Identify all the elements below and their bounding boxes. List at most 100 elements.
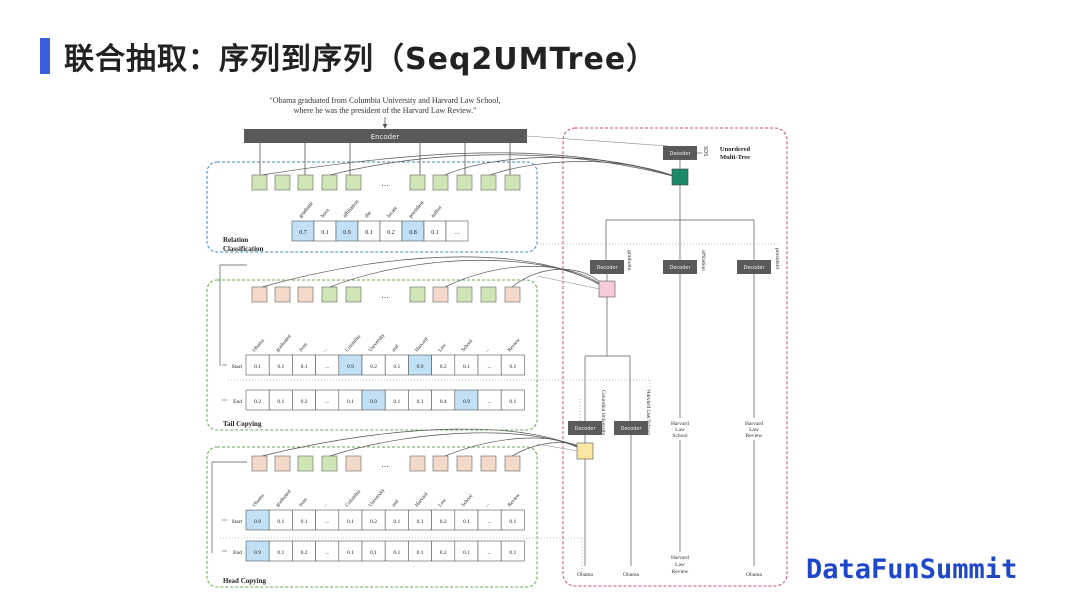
copy-row-label: Start [232, 364, 243, 370]
copy-value: ... [325, 364, 330, 370]
copy-value: 0.2 [440, 550, 447, 556]
relation-title-line1: Relation [223, 236, 248, 244]
leaf-obama-3: Obama [746, 572, 762, 578]
relation-value: 0.7 [299, 230, 307, 236]
copy-value: ... [488, 399, 493, 405]
relation-value: 0.2 [387, 230, 395, 236]
tree-title-line1: Unordered [720, 146, 751, 153]
copy-value: 0.9 [417, 364, 424, 370]
copy-value: 0.1 [509, 399, 516, 405]
copy-value: 0.9 [254, 550, 261, 556]
copy-header: ... [484, 346, 491, 353]
copy-header: Harvard [414, 336, 430, 353]
svg-text:Decoder: Decoder [669, 265, 691, 271]
copy-value: 0.2 [440, 519, 447, 525]
copy-header: Law [437, 497, 448, 508]
level1-label-affiliation: affiliation [700, 250, 706, 271]
copy-value: 0.9 [370, 399, 377, 405]
copy-value: 0.1 [370, 550, 377, 556]
relation-value: 0.1 [321, 230, 329, 236]
copy-value: 0.2 [301, 550, 308, 556]
copy-header: and [391, 343, 401, 353]
input-sentence-line2: where he was the president of the Harvar… [294, 106, 477, 115]
copy-header: School [460, 493, 474, 508]
copy-value: 0.1 [393, 550, 400, 556]
copy-value: 0.4 [440, 399, 447, 405]
relation-header: affiliation [341, 198, 360, 219]
relation-token-row: ... [251, 174, 521, 191]
copy-header: University [368, 332, 387, 353]
copy-header: Review [507, 492, 522, 508]
brand-logo: DataFunSummit [806, 554, 1018, 585]
copy-value: 0.1 [301, 364, 308, 370]
copy-header: from [297, 341, 309, 353]
head-token-row: ... [251, 455, 521, 472]
root-node [671, 168, 689, 186]
copy-value: ... [488, 519, 493, 525]
copy-value: 0.1 [417, 550, 424, 556]
copy-header: Obama [252, 492, 267, 508]
copy-value: ... [325, 550, 330, 556]
relation-value: 0.1 [365, 230, 373, 236]
tree-section-box [562, 127, 788, 587]
copy-value: 0.1 [393, 364, 400, 370]
tree-title-line2: Multi-Tree [720, 154, 750, 161]
copy-value: 0.1 [417, 399, 424, 405]
relation-value: ... [455, 230, 460, 236]
svg-text:Decoder: Decoder [620, 426, 642, 432]
copy-header: Law [437, 342, 448, 353]
copy-value: 0.1 [509, 364, 516, 370]
copy-header: and [391, 498, 401, 508]
leaf-hlr-1: Harvard [671, 555, 689, 561]
copy-value: 0.9 [347, 364, 354, 370]
copy-value: 0.9 [254, 519, 261, 525]
relation-header: president [408, 200, 426, 220]
copy-header: Columbia [344, 488, 362, 508]
svg-text:...: ... [381, 179, 389, 188]
svg-text:...: ... [381, 460, 389, 469]
tail-copying-title: Tail Copying [223, 420, 262, 428]
copy-header: ... [321, 501, 328, 508]
copy-value: 0.1 [509, 519, 516, 525]
copy-header: ... [484, 501, 491, 508]
copy-value: 0.1 [463, 550, 470, 556]
copy-row-label: End [233, 399, 242, 405]
relation-value: 0.8 [409, 230, 417, 236]
leaf-obama-2: Obama [623, 572, 639, 578]
leaf-obama-1: Obama [577, 572, 593, 578]
copy-value: 0.1 [417, 519, 424, 525]
copy-value: 0.1 [277, 399, 284, 405]
copy-value: 0.1 [393, 519, 400, 525]
copy-value: 0.1 [254, 364, 261, 370]
copy-value: 0.1 [301, 519, 308, 525]
copy-value: 0.9 [463, 399, 470, 405]
relation-header: die [364, 210, 373, 219]
copy-header: Obama [252, 337, 267, 353]
relation-value: 0.1 [431, 230, 439, 236]
copy-value: 0.2 [301, 399, 308, 405]
tail-copying-table: Obama graduated from... Columbia University a… [222, 332, 525, 411]
copy-row-label: End [233, 550, 242, 556]
svg-text:Decoder: Decoder [743, 265, 765, 271]
relation-classification-table: 0.7 graduate 0.1 born 0.9 affiliation 0.1 die 0.… [291, 198, 469, 242]
tail-token-row: ... [251, 286, 521, 303]
copy-value: ... [488, 364, 493, 370]
copy-value: 0.2 [370, 519, 377, 525]
relation-title-line2: Classification [223, 245, 264, 253]
seq2umtree-diagram: "Obama graduated from Columbia Universit… [206, 96, 788, 588]
relation-header: author [430, 205, 444, 220]
copy-header: graduated [275, 333, 293, 353]
copy-value: 0.1 [463, 519, 470, 525]
copy-value: 0.1 [277, 550, 284, 556]
svg-text:Decoder: Decoder [596, 265, 618, 271]
copy-header: from [297, 496, 309, 508]
leaf-hlr-3: Review [672, 569, 689, 575]
copy-value: ... [325, 519, 330, 525]
copy-value: 0.1 [463, 364, 470, 370]
svg-text:...: ... [381, 291, 389, 300]
copy-header: graduated [275, 488, 293, 508]
graduate-node [598, 280, 616, 298]
node-hlr-3: Review [746, 433, 763, 439]
leaf-hlr-2: Law [675, 562, 685, 568]
copy-row-label: Start [232, 519, 243, 525]
